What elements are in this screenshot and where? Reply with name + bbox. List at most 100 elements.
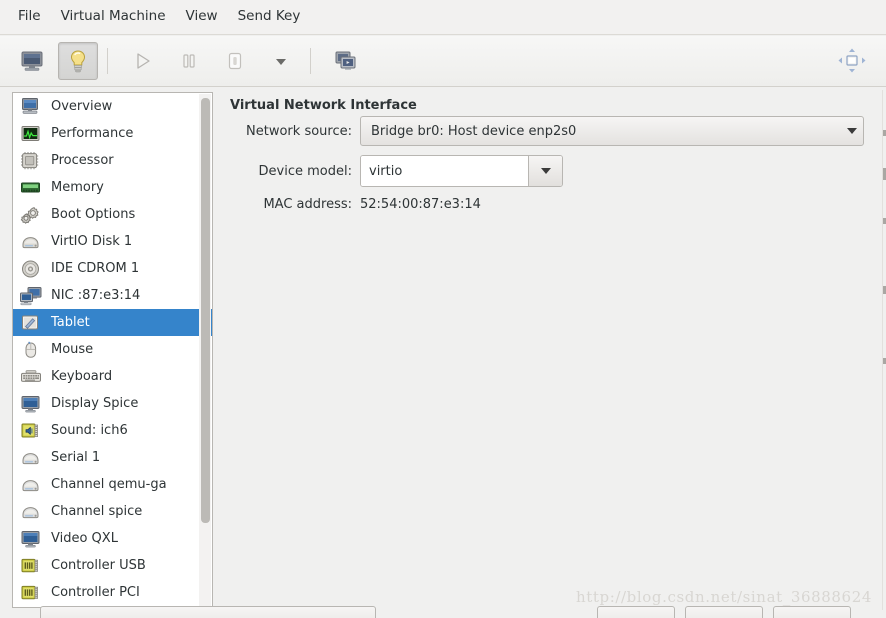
hardware-list-item-label: Mouse bbox=[51, 342, 94, 357]
console-monitor-icon bbox=[21, 51, 43, 71]
hardware-list-item-nic-87-e3-14[interactable]: NIC :87:e3:14 bbox=[13, 282, 212, 309]
hardware-list-item-label: Controller PCI bbox=[51, 585, 140, 600]
hardware-list-item-boot-options[interactable]: Boot Options bbox=[13, 201, 212, 228]
hardware-list-item-mouse[interactable]: Mouse bbox=[13, 336, 212, 363]
menu-bar: File Virtual Machine View Send Key bbox=[0, 0, 886, 35]
hardware-list-item-memory[interactable]: Memory bbox=[13, 174, 212, 201]
network-source-label: Network source: bbox=[246, 123, 352, 139]
hardware-list-item-label: Channel qemu-ga bbox=[51, 477, 167, 492]
page-title: Virtual Network Interface bbox=[230, 98, 417, 113]
shutdown-icon bbox=[228, 52, 242, 70]
tablet-pen-icon bbox=[19, 312, 43, 334]
controller-card-icon bbox=[19, 555, 43, 577]
memory-stick-icon bbox=[19, 177, 43, 199]
mac-address-value: 52:54:00:87:e3:14 bbox=[360, 197, 481, 212]
window-scrollbar[interactable] bbox=[882, 90, 886, 610]
performance-graph-icon bbox=[19, 123, 43, 145]
hardware-list-item-label: Video QXL bbox=[51, 531, 118, 546]
menu-file[interactable]: File bbox=[9, 7, 50, 27]
mac-address-label: MAC address: bbox=[263, 197, 352, 212]
menu-virtual-machine[interactable]: Virtual Machine bbox=[52, 7, 175, 27]
chevron-down-icon bbox=[540, 168, 551, 174]
serial-port-icon bbox=[19, 447, 43, 469]
show-console-button[interactable] bbox=[12, 42, 52, 80]
mouse-icon bbox=[19, 339, 43, 361]
hardware-list-item-controller-pci[interactable]: Controller PCI bbox=[13, 579, 212, 606]
shutdown-options-button[interactable] bbox=[261, 42, 301, 80]
gears-icon bbox=[19, 204, 43, 226]
hardware-list-item-ide-cdrom-1[interactable]: IDE CDROM 1 bbox=[13, 255, 212, 282]
hardware-list-item-processor[interactable]: Processor bbox=[13, 147, 212, 174]
shutdown-button[interactable] bbox=[215, 42, 255, 80]
cancel-button[interactable] bbox=[685, 606, 763, 618]
hardware-list-scrollbar-thumb[interactable] bbox=[201, 98, 210, 523]
hardware-list-item-label: Sound: ich6 bbox=[51, 423, 128, 438]
hardware-list-item-video-qxl[interactable]: Video QXL bbox=[13, 525, 212, 552]
hardware-list[interactable]: Overview Performance Processor Memory Boot O… bbox=[12, 92, 213, 608]
hardware-list-item-label: Overview bbox=[51, 99, 113, 114]
play-icon bbox=[137, 53, 150, 69]
serial-port-icon bbox=[19, 474, 43, 496]
harddisk-icon bbox=[19, 231, 43, 253]
pause-icon bbox=[183, 54, 195, 68]
hardware-list-scrollbar-track[interactable] bbox=[199, 94, 211, 607]
hardware-list-item-display-spice[interactable]: Display Spice bbox=[13, 390, 212, 417]
display-monitor-icon bbox=[19, 528, 43, 550]
sound-card-icon bbox=[19, 420, 43, 442]
cpu-chip-icon bbox=[19, 150, 43, 172]
hardware-list-item-sound-ich6[interactable]: Sound: ich6 bbox=[13, 417, 212, 444]
hardware-list-item-channel-spice[interactable]: Channel spice bbox=[13, 498, 212, 525]
apply-button[interactable] bbox=[773, 606, 851, 618]
snapshots-icon bbox=[335, 51, 356, 70]
keyboard-icon bbox=[19, 366, 43, 388]
remove-button[interactable] bbox=[597, 606, 675, 618]
lightbulb-details-icon bbox=[70, 50, 86, 73]
device-model-dropdown-button[interactable] bbox=[528, 156, 562, 186]
device-model-value[interactable]: virtio bbox=[361, 156, 528, 186]
hardware-list-item-label: Processor bbox=[51, 153, 114, 168]
menu-send-key[interactable]: Send Key bbox=[229, 7, 310, 27]
controller-card-icon bbox=[19, 582, 43, 604]
toolbar bbox=[0, 36, 886, 87]
display-monitor-icon bbox=[19, 393, 43, 415]
hardware-list-item-controller-usb[interactable]: Controller USB bbox=[13, 552, 212, 579]
menu-view[interactable]: View bbox=[177, 7, 227, 27]
hardware-list-item-label: Keyboard bbox=[51, 369, 113, 384]
fullscreen-button[interactable] bbox=[832, 42, 872, 80]
hardware-list-item-label: Controller USB bbox=[51, 558, 146, 573]
toolbar-separator-2 bbox=[310, 48, 311, 74]
vm-details-window: File Virtual Machine View Send Key Overv… bbox=[0, 0, 886, 618]
network-source-combobox[interactable]: Bridge br0: Host device enp2s0 bbox=[360, 116, 864, 146]
hardware-list-item-label: Memory bbox=[51, 180, 104, 195]
hardware-list-item-overview[interactable]: Overview bbox=[13, 93, 212, 120]
hardware-list-item-performance[interactable]: Performance bbox=[13, 120, 212, 147]
hardware-list-item-virtio-disk-1[interactable]: VirtIO Disk 1 bbox=[13, 228, 212, 255]
hardware-list-item-label: Display Spice bbox=[51, 396, 139, 411]
device-model-row: Device model: virtio bbox=[222, 155, 563, 187]
hardware-list-item-keyboard[interactable]: Keyboard bbox=[13, 363, 212, 390]
hardware-list-item-serial-1[interactable]: Serial 1 bbox=[13, 444, 212, 471]
toolbar-separator-1 bbox=[107, 48, 108, 74]
device-model-combobox[interactable]: virtio bbox=[360, 155, 563, 187]
fullscreen-icon bbox=[838, 48, 866, 73]
hardware-list-item-label: Boot Options bbox=[51, 207, 136, 222]
hardware-list-item-label: Channel spice bbox=[51, 504, 143, 519]
run-button[interactable] bbox=[123, 42, 163, 80]
hardware-list-item-channel-qemu-ga[interactable]: Channel qemu-ga bbox=[13, 471, 212, 498]
detail-panel: Virtual Network Interface Network source… bbox=[222, 92, 872, 608]
serial-port-icon bbox=[19, 501, 43, 523]
chevron-down-icon bbox=[276, 59, 286, 65]
network-source-value: Bridge br0: Host device enp2s0 bbox=[371, 123, 577, 139]
network-card-icon bbox=[19, 285, 43, 307]
hardware-list-item-label: Tablet bbox=[51, 315, 90, 330]
hardware-list-item-label: Serial 1 bbox=[51, 450, 101, 465]
add-hardware-button[interactable] bbox=[40, 606, 376, 618]
pause-button[interactable] bbox=[169, 42, 209, 80]
manage-snapshots-button[interactable] bbox=[326, 42, 366, 80]
hardware-list-item-label: VirtIO Disk 1 bbox=[51, 234, 133, 249]
show-details-button[interactable] bbox=[58, 42, 98, 80]
hardware-list-item-tablet[interactable]: Tablet bbox=[13, 309, 212, 336]
network-source-row: Network source: Bridge br0: Host device … bbox=[222, 116, 864, 146]
hardware-list-item-label: IDE CDROM 1 bbox=[51, 261, 140, 276]
computer-icon bbox=[19, 96, 43, 118]
